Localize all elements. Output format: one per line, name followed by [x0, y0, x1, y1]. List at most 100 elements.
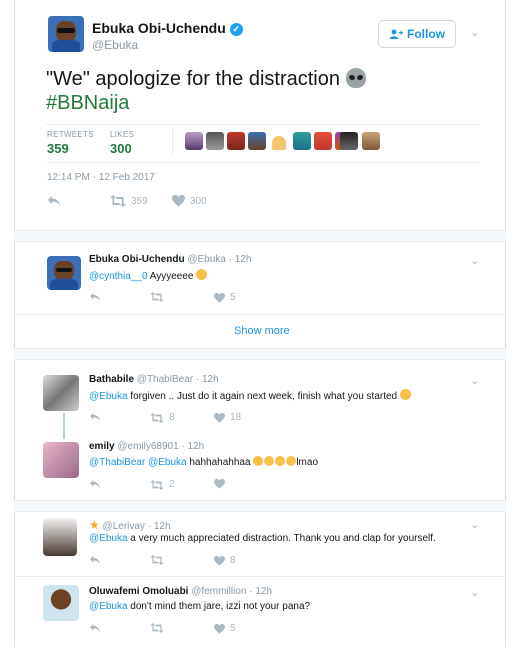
- like-button[interactable]: 18: [214, 412, 241, 423]
- reply-author-handle[interactable]: @emily68901: [117, 441, 178, 452]
- star-icon: ★: [89, 518, 100, 532]
- reply-divider: [14, 576, 506, 577]
- reply-text: @Ebuka don't mind them jare, izzi not yo…: [89, 601, 310, 612]
- likes-stat-value[interactable]: 300: [110, 141, 132, 156]
- retweet-button[interactable]: 2: [150, 479, 175, 490]
- like-button[interactable]: [214, 479, 225, 489]
- reply-avatar[interactable]: [47, 256, 81, 290]
- retweet-button[interactable]: [150, 292, 164, 302]
- chevron-down-icon[interactable]: ⌄: [470, 376, 480, 387]
- reply-text: @Ebuka a very much appreciated distracti…: [89, 533, 479, 544]
- reply-button[interactable]: [89, 412, 101, 422]
- reply-author-name[interactable]: Bathabile: [89, 374, 134, 385]
- show-more-link[interactable]: Show more: [234, 325, 290, 337]
- mention-link[interactable]: @Ebuka: [89, 391, 128, 402]
- mention-link[interactable]: @Ebuka: [89, 533, 128, 544]
- liker-avatar[interactable]: [340, 132, 358, 150]
- chevron-down-icon[interactable]: ⌄: [470, 28, 480, 39]
- reply-time[interactable]: 12h: [188, 441, 205, 452]
- retweet-button[interactable]: 359: [110, 195, 148, 207]
- follow-label: Follow: [407, 27, 445, 41]
- laughing-emoji-icon: [286, 456, 297, 466]
- reply-button[interactable]: [47, 195, 61, 207]
- reply-time[interactable]: 12h: [235, 254, 252, 265]
- reply-author-name[interactable]: Oluwafemi Omoluabi: [89, 586, 188, 597]
- mention-link[interactable]: @cynthia__0: [89, 271, 148, 282]
- like-count: 8: [230, 555, 236, 566]
- mention-link[interactable]: @ThabiBear @Ebuka: [89, 457, 187, 468]
- tweet-text-block: "We" apologize for the distraction: [46, 66, 446, 92]
- retweet-button[interactable]: 8: [150, 412, 175, 423]
- add-user-icon: [389, 29, 403, 39]
- retweets-stat-label[interactable]: RETWEETS: [47, 130, 94, 139]
- liker-avatar[interactable]: [272, 136, 286, 150]
- reply-author-handle[interactable]: @ThabiBear: [137, 374, 193, 385]
- tweet-timestamp[interactable]: 12:14 PM - 12 Feb 2017: [47, 172, 155, 183]
- verified-badge-icon: ✓: [229, 23, 243, 36]
- hashtag-link[interactable]: #BBNaija: [46, 92, 129, 115]
- reply-author-name[interactable]: Ebuka Obi-Uchendu: [89, 254, 185, 265]
- reply-button[interactable]: [89, 292, 101, 302]
- liker-avatar[interactable]: [314, 132, 332, 150]
- section-separator: [14, 348, 506, 360]
- like-button[interactable]: 300: [172, 195, 207, 207]
- stats-bottom-divider: [46, 162, 480, 163]
- grin-emoji-icon: [399, 389, 411, 400]
- retweet-icon: [110, 195, 126, 207]
- reply-header: Bathabile @ThabiBear · 12h: [89, 374, 219, 385]
- liker-avatar[interactable]: [227, 132, 245, 150]
- reply-author-handle[interactable]: @Ebuka: [187, 254, 226, 265]
- reply-time[interactable]: 12h: [154, 521, 171, 532]
- reply-author-handle[interactable]: @Lerivay: [103, 521, 145, 532]
- liker-avatar[interactable]: [293, 132, 311, 150]
- reply-body: forgiven .. Just do it again next week, …: [127, 391, 398, 402]
- like-button[interactable]: 5: [214, 292, 236, 303]
- author-avatar[interactable]: [48, 16, 84, 52]
- reply-body: hahhahahhaa: [186, 457, 251, 468]
- laughing-emoji-icon: [264, 456, 275, 466]
- reply-button[interactable]: [89, 555, 101, 565]
- author-name-row[interactable]: Ebuka Obi-Uchendu ✓: [92, 20, 243, 36]
- reply-author-handle[interactable]: @femmillion: [191, 586, 246, 597]
- reply-author-name[interactable]: emily: [89, 441, 115, 452]
- reply-avatar[interactable]: [43, 518, 77, 556]
- reply-text: @cynthia__0 Ayyyeeee: [89, 269, 208, 282]
- reply-text: @ThabiBear @Ebuka hahhahahhaa lmao: [89, 456, 318, 468]
- reply-time[interactable]: 12h: [255, 586, 272, 597]
- author-handle[interactable]: @Ebuka: [92, 38, 138, 52]
- chevron-down-icon[interactable]: ⌄: [470, 588, 480, 599]
- chevron-down-icon[interactable]: ⌄: [470, 520, 480, 531]
- laughing-emoji-icon: [275, 456, 286, 466]
- section-separator: [14, 500, 506, 512]
- retweets-stat-value[interactable]: 359: [47, 141, 69, 156]
- like-button[interactable]: 5: [214, 623, 236, 634]
- mention-link[interactable]: @Ebuka: [89, 601, 128, 612]
- section-separator: [14, 230, 506, 242]
- reply-header: emily @emily68901 · 12h: [89, 441, 205, 452]
- liker-avatar[interactable]: [362, 132, 380, 150]
- reply-button[interactable]: [89, 479, 101, 489]
- reply-button[interactable]: [89, 623, 101, 633]
- liker-avatar[interactable]: [185, 132, 203, 150]
- retweet-count: 359: [131, 195, 148, 207]
- reply-avatar[interactable]: [43, 375, 79, 411]
- follow-button[interactable]: Follow: [378, 20, 456, 48]
- liker-avatar[interactable]: [248, 132, 266, 150]
- likes-stat-label[interactable]: LIKES: [110, 130, 134, 139]
- reply-avatar[interactable]: [43, 442, 79, 478]
- retweet-count: 2: [169, 479, 175, 490]
- show-more-top-divider: [14, 314, 506, 315]
- like-count: 300: [190, 195, 207, 207]
- reply-body: Ayyyeeee: [147, 271, 194, 282]
- like-button[interactable]: 8: [214, 555, 236, 566]
- reply-avatar[interactable]: [43, 585, 79, 621]
- retweet-button[interactable]: [150, 555, 164, 565]
- reply-text: @Ebuka forgiven .. Just do it again next…: [89, 389, 469, 402]
- chevron-down-icon[interactable]: ⌄: [470, 256, 480, 267]
- laughing-emoji-icon: [253, 456, 264, 466]
- liker-avatar[interactable]: [206, 132, 224, 150]
- retweet-button[interactable]: [150, 623, 164, 633]
- author-name[interactable]: Ebuka Obi-Uchendu: [92, 20, 226, 36]
- stats-separator: [172, 128, 173, 154]
- reply-time[interactable]: 12h: [202, 374, 219, 385]
